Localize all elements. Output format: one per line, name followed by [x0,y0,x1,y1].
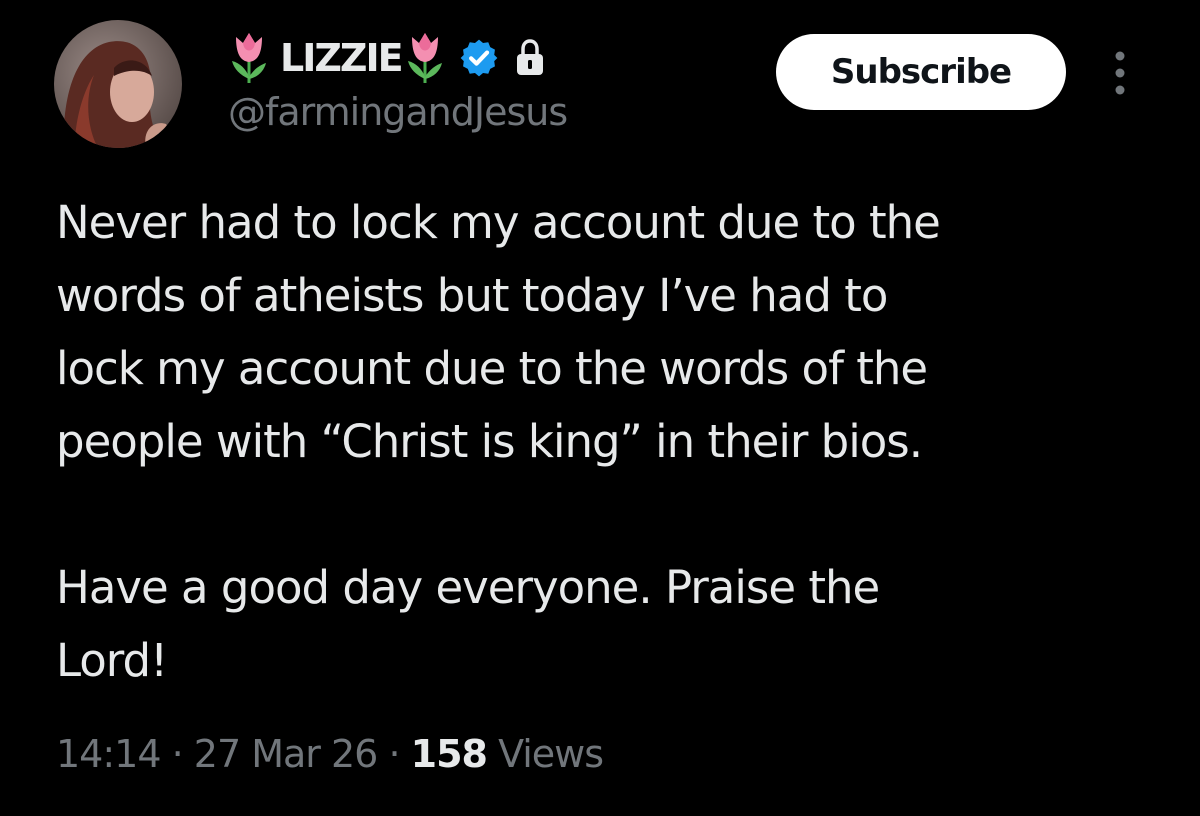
tulip-icon [228,31,270,85]
lock-icon [514,39,546,77]
profile-photo-icon [54,20,182,148]
more-options-icon[interactable] [1104,48,1136,98]
views-label: Views [498,732,604,776]
meta-separator: · [171,732,184,776]
views-count: 158 [410,732,488,776]
tweet-text-line: words of atheists but today I’ve had to [56,269,888,322]
tweet-text: Never had to lock my account due to the … [56,186,1176,697]
tweet-text-line: people with “Christ is king” in their bi… [56,415,923,468]
tweet-text-line: lock my account due to the words of the [56,342,928,395]
subscribe-button[interactable]: Subscribe [776,34,1066,110]
tweet-text-line: Have a good day everyone. Praise the [56,561,880,614]
meta-separator: · [388,732,400,776]
author-handle[interactable]: @farmingandJesus [228,90,568,134]
tulip-icon [404,31,446,85]
avatar[interactable] [54,20,182,148]
tweet-meta: 14:14 · 27 Mar 26 · 158 Views [56,732,604,776]
post-time[interactable]: 14:14 [56,732,162,776]
post-date[interactable]: 27 Mar 26 [194,732,379,776]
verified-badge-icon[interactable] [458,37,500,79]
tweet: LIZZIE @farmingandJesus Subscribe Never … [0,0,1200,816]
tweet-text-line: Never had to lock my account due to the [56,196,941,249]
author-name-row[interactable]: LIZZIE [228,26,546,90]
display-name[interactable]: LIZZIE [280,36,404,80]
tweet-text-line: Lord! [56,634,168,687]
